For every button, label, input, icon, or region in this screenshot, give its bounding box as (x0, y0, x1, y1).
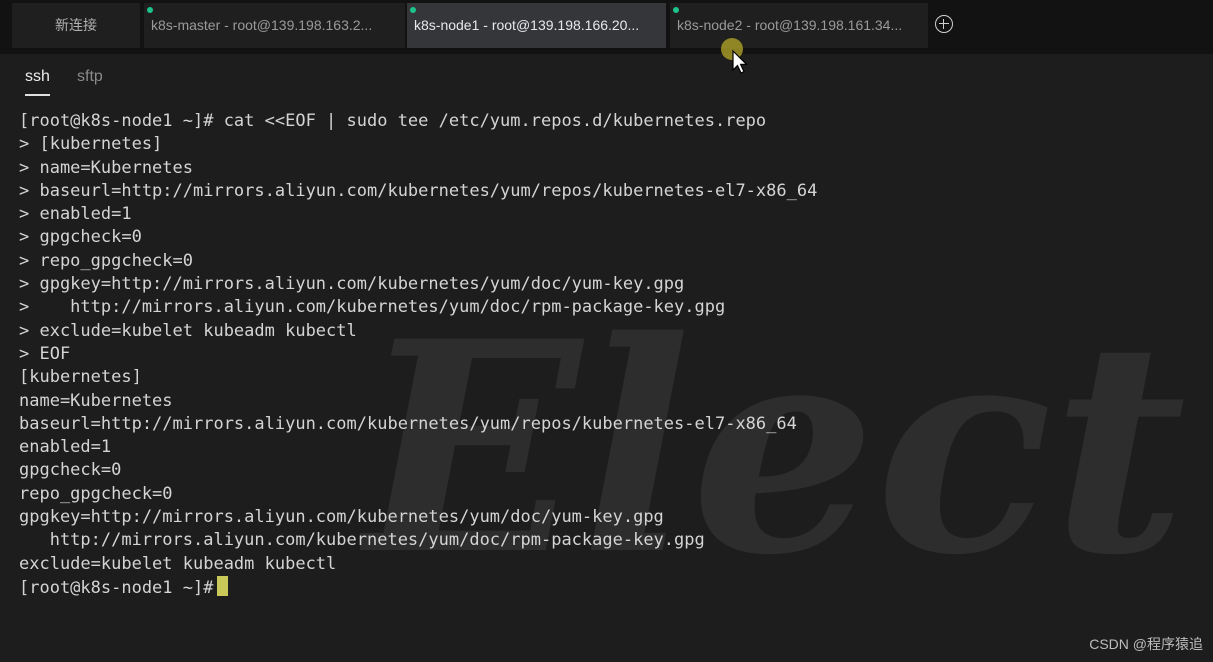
tab-label: 新连接 (55, 17, 97, 33)
terminal-line: > enabled=1 (19, 204, 132, 225)
terminal-line: name=Kubernetes (19, 390, 173, 411)
terminal-line: > repo_gpgcheck=0 (19, 250, 193, 271)
tab-label: k8s-node2 - root@139.198.161.34... (677, 17, 903, 33)
terminal-line: > name=Kubernetes (19, 157, 193, 178)
tab-ssh[interactable]: ssh (25, 68, 50, 96)
terminal-line: > [kubernetes] (19, 134, 163, 155)
terminal-line: exclude=kubelet kubeadm kubectl (19, 553, 337, 574)
terminal-line: enabled=1 (19, 437, 112, 458)
terminal-cursor (217, 575, 229, 596)
terminal-line: > exclude=kubelet kubeadm kubectl (19, 320, 357, 341)
terminal-line: http://mirrors.aliyun.com/kubernetes/yum… (19, 530, 705, 551)
terminal-prompt-line: [root@k8s-node1 ~]# (19, 575, 1199, 599)
terminal-line: baseurl=http://mirrors.aliyun.com/kubern… (19, 413, 797, 434)
terminal-line: > http://mirrors.aliyun.com/kubernetes/y… (19, 297, 726, 318)
tab-bar: 新连接 k8s-master - root@139.198.163.2... k… (0, 0, 1213, 54)
tab-sftp[interactable]: sftp (77, 68, 103, 86)
status-dot-icon (673, 7, 679, 13)
status-dot-icon (147, 7, 153, 13)
tab-sftp-label: sftp (77, 68, 103, 85)
terminal-line: > gpgcheck=0 (19, 227, 142, 248)
tab-k8s-node1[interactable]: k8s-node1 - root@139.198.166.20... (407, 3, 666, 48)
csdn-watermark: CSDN @程序猿追 (1089, 636, 1203, 652)
terminal-line: [kubernetes] (19, 367, 142, 388)
terminal-line: > EOF (19, 343, 71, 364)
terminal-output[interactable]: [root@k8s-node1 ~]# cat <<EOF | sudo tee… (19, 110, 1199, 599)
tab-label: k8s-master - root@139.198.163.2... (151, 17, 373, 33)
tab-k8s-node2[interactable]: k8s-node2 - root@139.198.161.34... (670, 3, 928, 48)
tab-label: k8s-node1 - root@139.198.166.20... (414, 17, 640, 33)
plus-circle-icon[interactable] (935, 15, 953, 33)
tab-ssh-label: ssh (25, 68, 50, 85)
terminal-prompt: [root@k8s-node1 ~]# (19, 577, 214, 598)
tab-new-connection[interactable]: 新连接 (12, 3, 140, 48)
mouse-pointer-icon (721, 38, 748, 74)
terminal-line: repo_gpgcheck=0 (19, 483, 173, 504)
tab-k8s-master[interactable]: k8s-master - root@139.198.163.2... (144, 3, 405, 48)
terminal-line: > baseurl=http://mirrors.aliyun.com/kube… (19, 180, 818, 201)
terminal-line: gpgcheck=0 (19, 460, 122, 481)
terminal-line: [root@k8s-node1 ~]# cat <<EOF | sudo tee… (19, 111, 767, 131)
terminal-line: gpgkey=http://mirrors.aliyun.com/kuberne… (19, 507, 664, 528)
terminal-line: > gpgkey=http://mirrors.aliyun.com/kuber… (19, 274, 685, 295)
status-dot-icon (410, 7, 416, 13)
active-tab-indicator (25, 94, 50, 96)
